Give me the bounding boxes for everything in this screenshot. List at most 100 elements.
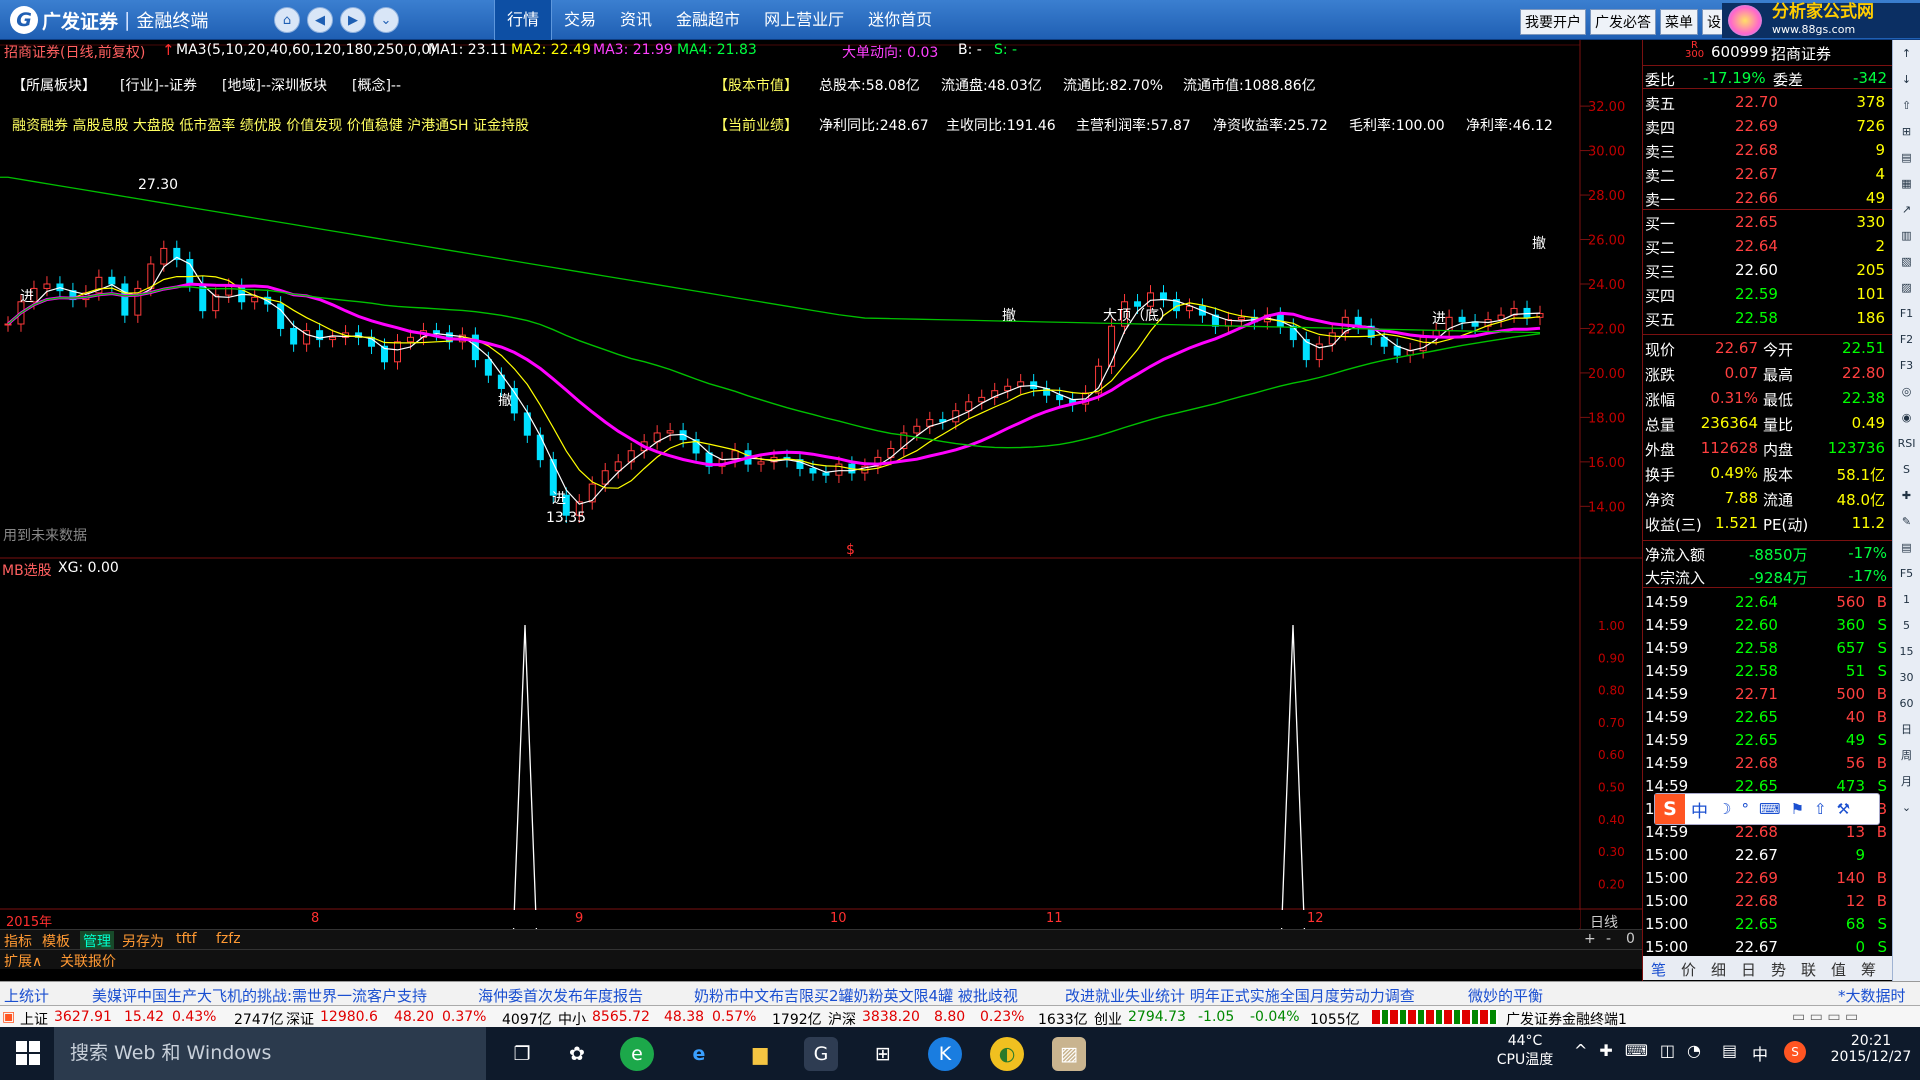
toolbar-icon[interactable]: ⌄ — [1893, 794, 1920, 820]
clock[interactable]: 20:21 2015/12/27 — [1826, 1033, 1916, 1065]
toolbar-icon[interactable]: ⊞ — [1893, 118, 1920, 144]
toolbar-icon[interactable]: F1 — [1893, 300, 1920, 326]
expand-icon[interactable]: ⌄ — [373, 7, 399, 33]
menu-market[interactable]: 行情 — [494, 0, 553, 40]
toolbar-icon[interactable]: F2 — [1893, 326, 1920, 352]
toolbar-icon[interactable]: 周 — [1893, 742, 1920, 768]
toolbar-icon[interactable]: RSI — [1893, 430, 1920, 456]
quote-tab[interactable]: 细 — [1711, 959, 1726, 980]
tick-time: 14:59 — [1645, 708, 1689, 726]
toolbar-icon[interactable]: 15 — [1893, 638, 1920, 664]
toolbar-icon[interactable]: ▨ — [1893, 274, 1920, 300]
photo-app-icon[interactable]: ▨ — [1052, 1037, 1086, 1071]
tick-price: 22.68 — [1735, 754, 1778, 772]
news-item[interactable]: 海仲委首次发布年度报告 — [478, 985, 643, 1006]
quote-tab[interactable]: 笔 — [1651, 959, 1666, 980]
news-item[interactable]: 微妙的平衡 — [1468, 985, 1543, 1006]
quote-tab[interactable]: 日 — [1741, 959, 1756, 980]
zoom-in-button[interactable]: + — [1584, 931, 1596, 947]
toolbar-icon[interactable]: 60 — [1893, 690, 1920, 716]
toolbar-icon[interactable]: ▥ — [1893, 222, 1920, 248]
toolbar-icon[interactable]: F3 — [1893, 352, 1920, 378]
green-app-icon[interactable]: ◐ — [990, 1037, 1024, 1071]
news-item[interactable]: 奶粉市中文布吉限买2罐奶粉英文限4罐 被批歧视 — [694, 985, 1018, 1006]
toolbar-icon[interactable]: ▦ — [1893, 170, 1920, 196]
tab-save-as[interactable]: 另存为 — [122, 931, 164, 951]
index-sz-label[interactable]: 深证 — [286, 1009, 314, 1029]
news-item[interactable]: 改进就业失业统计 明年正式实施全国月度劳动力调查 — [1065, 985, 1415, 1006]
toolbar-icon[interactable]: 30 — [1893, 664, 1920, 690]
menu-info[interactable]: 资讯 — [608, 0, 664, 40]
news-item[interactable]: *大数据时 — [1838, 985, 1906, 1006]
toolbar-icon[interactable]: ↗ — [1893, 196, 1920, 222]
toolbar-icon[interactable]: ▧ — [1893, 248, 1920, 274]
toolbar-icon[interactable]: 日 — [1893, 716, 1920, 742]
toolbar-icon[interactable]: ↓ — [1893, 66, 1920, 92]
ime-indicator[interactable]: 中 — [1752, 1041, 1768, 1065]
toolbar-icon[interactable]: 5 — [1893, 612, 1920, 638]
ime-chinese-mode[interactable]: 中 — [1691, 797, 1708, 822]
tab-tftf[interactable]: tftf — [176, 931, 197, 947]
toolbar-icon[interactable]: ▤ — [1893, 534, 1920, 560]
taskbar-search[interactable]: 搜索 Web 和 Windows — [54, 1027, 486, 1080]
quote-tab[interactable]: 筹 — [1861, 959, 1876, 980]
back-icon[interactable]: ◀ — [307, 7, 333, 33]
zoom-reset-button[interactable]: 0 — [1626, 931, 1635, 947]
kline-chart[interactable]: 32.00 30.00 28.00 26.00 24.00 22.00 20.00 18.00… — [0, 40, 1642, 981]
gf-answer-button[interactable]: 广发必答 — [1590, 9, 1656, 35]
toolbar-icon[interactable]: ↑ — [1893, 40, 1920, 66]
toolbar-icon[interactable]: 1 — [1893, 586, 1920, 612]
sogou-tray-icon[interactable]: S — [1784, 1041, 1806, 1063]
ime-toolbar[interactable]: S 中 ☽°⌨⚑⇧⚒ — [1654, 793, 1880, 825]
index-hs-label[interactable]: 沪深 — [828, 1009, 856, 1029]
quote-tab[interactable]: 价 — [1681, 959, 1696, 980]
expand-button[interactable]: 扩展∧ — [4, 951, 42, 971]
edge-browser-icon[interactable]: e — [682, 1037, 716, 1071]
index-cy-label[interactable]: 创业 — [1094, 1009, 1122, 1029]
toolbar-icon[interactable]: ⇧ — [1893, 92, 1920, 118]
menu-online-hall[interactable]: 网上营业厅 — [752, 0, 856, 40]
forward-icon[interactable]: ▶ — [340, 7, 366, 33]
toolbar-icon[interactable]: ▤ — [1893, 144, 1920, 170]
toolbar-icon[interactable]: ◎ — [1893, 378, 1920, 404]
open-account-button[interactable]: 我要开户 — [1520, 9, 1586, 35]
pinwheel-app-icon[interactable]: ✿ — [560, 1037, 594, 1071]
chart-area[interactable]: 32.00 30.00 28.00 26.00 24.00 22.00 20.00 18.00… — [0, 40, 1642, 981]
tab-manage[interactable]: 管理 — [80, 931, 114, 951]
index-sh-label[interactable]: 上证 — [20, 1009, 48, 1029]
toolbar-icon[interactable]: ✎ — [1893, 508, 1920, 534]
related-quote-button[interactable]: 关联报价 — [60, 951, 116, 971]
tray-icons[interactable]: ^✚⌨◫◔ — [1574, 1041, 1713, 1060]
news-item[interactable]: 美媒评中国生产大飞机的挑战:需世界一流客户支持 — [92, 985, 427, 1006]
toolbar-icon[interactable]: F5 — [1893, 560, 1920, 586]
zoom-out-button[interactable]: - — [1606, 931, 1611, 947]
windows-start-icon[interactable] — [16, 1041, 40, 1065]
quote-tab[interactable]: 联 — [1801, 959, 1816, 980]
menu-finance-market[interactable]: 金融超市 — [664, 0, 752, 40]
toolbar-icon[interactable]: ✚ — [1893, 482, 1920, 508]
notification-icon[interactable]: ▤ — [1722, 1041, 1737, 1060]
home-icon[interactable]: ⌂ — [274, 7, 300, 33]
menu-trade[interactable]: 交易 — [552, 0, 608, 40]
quote-tab[interactable]: 值 — [1831, 959, 1846, 980]
quote-tab[interactable]: 势 — [1771, 959, 1786, 980]
store-icon[interactable]: ⊞ — [866, 1037, 900, 1071]
gf-terminal-taskbar-icon[interactable]: G — [804, 1037, 838, 1071]
toolbar-icon[interactable]: ◉ — [1893, 404, 1920, 430]
k-app-icon[interactable]: K — [928, 1037, 962, 1071]
tab-indicator[interactable]: 指标 — [4, 931, 32, 951]
toolbar-icon[interactable]: S — [1893, 456, 1920, 482]
tab-template[interactable]: 模板 — [42, 931, 70, 951]
tab-fzfz[interactable]: fzfz — [216, 931, 241, 947]
menu-button[interactable]: 菜单 — [1660, 9, 1698, 35]
task-view-icon[interactable]: ❐ — [505, 1037, 539, 1071]
ime-tool-icons[interactable]: ☽°⌨⚑⇧⚒ — [1718, 800, 1860, 818]
file-explorer-icon[interactable]: ▆ — [743, 1037, 777, 1071]
window-layout-icons[interactable]: ▭ ▭ ▭ ▭ — [1792, 1009, 1858, 1025]
sogou-icon[interactable]: S — [1655, 794, 1685, 824]
toolbar-icon[interactable]: 月 — [1893, 768, 1920, 794]
menu-mini-home[interactable]: 迷你首页 — [856, 0, 944, 40]
index-zx-label[interactable]: 中小 — [558, 1009, 586, 1029]
browser-360-icon[interactable]: e — [620, 1037, 654, 1071]
news-item[interactable]: 上统计 — [4, 985, 49, 1006]
